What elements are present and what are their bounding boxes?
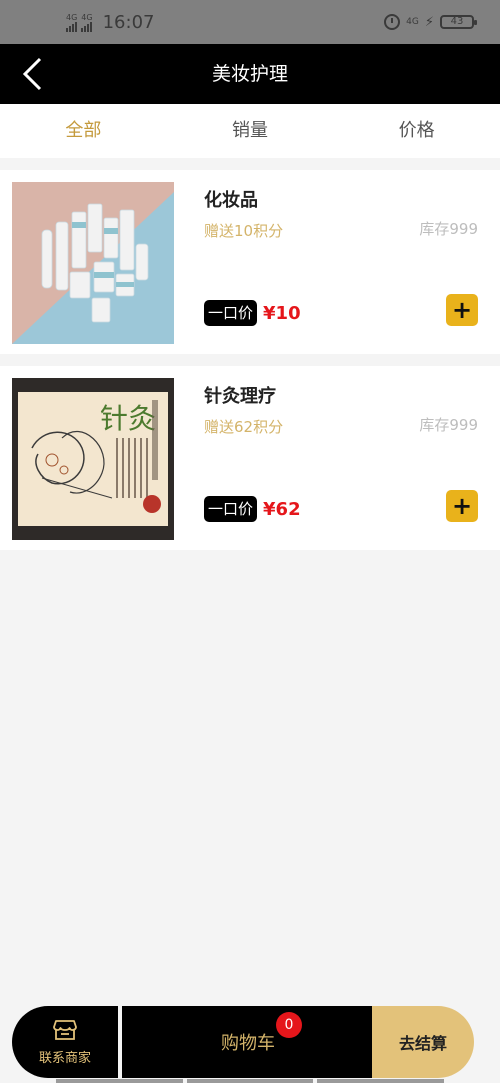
- product-stock: 库存999: [419, 220, 478, 238]
- product-points: 赠送10积分: [204, 222, 284, 240]
- status-right: 4G ⚡ 43: [384, 14, 477, 30]
- charging-icon: ⚡: [424, 14, 434, 30]
- product-stock: 库存999: [419, 416, 478, 434]
- image-title: 针灸: [100, 402, 156, 435]
- back-button[interactable]: [14, 56, 50, 92]
- status-left: 4G 4G 16:07: [66, 12, 154, 33]
- gesture-bar: [56, 1079, 445, 1083]
- status-bar: 4G 4G 16:07 4G ⚡ 43: [0, 0, 500, 44]
- product-card[interactable]: 化妆品 赠送10积分 库存999 一口价 ¥10 +: [0, 170, 500, 354]
- checkout-button[interactable]: 去结算: [372, 1006, 474, 1078]
- tab-sales[interactable]: 销量: [167, 104, 334, 158]
- product-price: ¥62: [263, 498, 301, 520]
- tab-all[interactable]: 全部: [0, 104, 167, 158]
- chevron-left-icon: [22, 57, 42, 91]
- page-title: 美妆护理: [211, 63, 288, 85]
- plus-icon: +: [451, 296, 473, 324]
- product-image[interactable]: [12, 182, 174, 344]
- product-points: 赠送62积分: [204, 418, 284, 436]
- plus-icon: +: [451, 492, 473, 520]
- price-tag-badge: 一口价: [204, 300, 258, 326]
- network-type-3: 4G: [406, 16, 419, 27]
- signal-1: 4G: [66, 12, 78, 32]
- price-group: 一口价 ¥62: [204, 496, 301, 522]
- signal-bars-icon: [66, 21, 77, 32]
- battery-icon: 43: [440, 15, 477, 29]
- cart-button[interactable]: 购物车 0: [122, 1006, 374, 1078]
- price-group: 一口价 ¥10: [204, 300, 301, 326]
- cart-count-badge: 0: [276, 1012, 302, 1038]
- network-type-1: 4G: [66, 12, 78, 22]
- add-to-cart-button[interactable]: +: [446, 490, 478, 522]
- cosmetics-image: [12, 182, 174, 344]
- signal-2: 4G: [81, 12, 93, 32]
- product-card[interactable]: 针灸 针灸理疗 赠送62积分 库存999 一口价 ¥62 +: [0, 366, 500, 550]
- signal-bars-icon: [81, 21, 93, 32]
- contact-merchant-button[interactable]: 联系商家: [12, 1006, 118, 1078]
- store-icon: [53, 1019, 77, 1040]
- tab-price[interactable]: 价格: [333, 104, 500, 158]
- add-to-cart-button[interactable]: +: [446, 294, 478, 326]
- app-header: 美妆护理: [0, 44, 500, 104]
- network-type-2: 4G: [81, 12, 93, 22]
- status-time: 16:07: [102, 12, 155, 33]
- filter-tabs: 全部 销量 价格: [0, 104, 500, 158]
- contact-merchant-label: 联系商家: [38, 1050, 91, 1066]
- product-name: 化妆品: [204, 190, 258, 211]
- cart-label: 购物车: [221, 1033, 275, 1054]
- acupuncture-image: 针灸: [12, 378, 174, 540]
- product-price: ¥10: [263, 302, 301, 324]
- product-image[interactable]: 针灸: [12, 378, 174, 540]
- price-tag-badge: 一口价: [204, 496, 258, 522]
- bottom-action-bar: 联系商家 购物车 0 去结算: [12, 1006, 474, 1078]
- product-name: 针灸理疗: [204, 386, 276, 407]
- alarm-icon: [384, 14, 401, 30]
